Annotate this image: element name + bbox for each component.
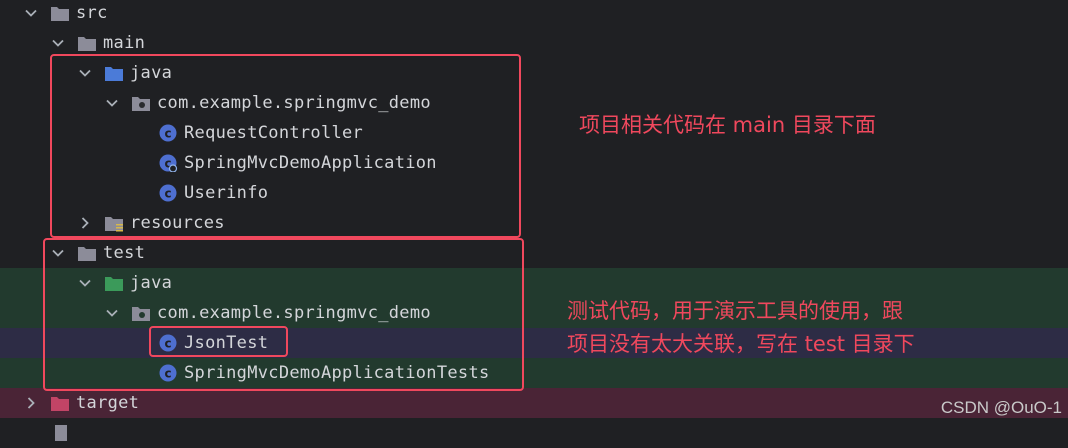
class-icon: c xyxy=(158,364,178,382)
tree-node-main-package[interactable]: com.example.springmvc_demo xyxy=(0,88,1068,118)
tree-node-label: java xyxy=(130,273,173,293)
chevron-down-icon[interactable] xyxy=(51,246,65,260)
tree-node-main[interactable]: main xyxy=(0,28,1068,58)
excluded-folder-icon xyxy=(50,394,70,412)
test-annotation-line1: 测试代码，用于演示工具的使用，跟 xyxy=(567,299,903,323)
tree-node-main-java[interactable]: java xyxy=(0,58,1068,88)
class-icon: c xyxy=(158,334,178,352)
class-icon: c xyxy=(158,124,178,142)
tree-node-label: JsonTest xyxy=(184,333,269,353)
source-folder-icon xyxy=(104,64,124,82)
svg-text:c: c xyxy=(164,367,171,381)
chevron-down-icon[interactable] xyxy=(78,66,92,80)
tree-node-test-package[interactable]: com.example.springmvc_demo xyxy=(0,298,1068,328)
chevron-right-icon[interactable] xyxy=(24,396,38,410)
folder-icon xyxy=(77,244,97,262)
folder-icon xyxy=(50,4,70,22)
test-annotation-line2: 项目没有太大关联，写在 test 目录下 xyxy=(567,332,915,356)
tree-node-label: SpringMvcDemoApplicationTests xyxy=(184,363,490,383)
chevron-down-icon[interactable] xyxy=(105,96,119,110)
package-icon xyxy=(131,304,151,322)
tree-node-label: SpringMvcDemoApplication xyxy=(184,153,437,173)
tree-node-target[interactable]: target xyxy=(0,388,1068,418)
tree-node-request-controller[interactable]: c RequestController xyxy=(0,118,1068,148)
tree-node-label: test xyxy=(103,243,146,263)
chevron-down-icon[interactable] xyxy=(24,6,38,20)
chevron-down-icon[interactable] xyxy=(105,306,119,320)
tree-node-label: main xyxy=(103,33,146,53)
class-icon: c xyxy=(158,184,178,202)
main-annotation: 项目相关代码在 main 目录下面 xyxy=(579,113,876,137)
tree-node-app-tests[interactable]: c SpringMvcDemoApplicationTests xyxy=(0,358,1068,388)
tree-node-test[interactable]: test xyxy=(0,238,1068,268)
chevron-down-icon[interactable] xyxy=(51,36,65,50)
folder-icon xyxy=(77,34,97,52)
test-source-folder-icon xyxy=(104,274,124,292)
tree-node-label: src xyxy=(76,3,108,23)
chevron-right-icon[interactable] xyxy=(78,216,92,230)
package-icon xyxy=(131,94,151,112)
tree-node-label: java xyxy=(130,63,173,83)
tree-node-userinfo[interactable]: c Userinfo xyxy=(0,178,1068,208)
svg-text:c: c xyxy=(164,187,171,201)
tree-node-src[interactable]: src xyxy=(0,0,1068,28)
tree-node-label: com.example.springmvc_demo xyxy=(157,93,431,113)
svg-text:c: c xyxy=(164,337,171,351)
tree-node-label: RequestController xyxy=(184,123,364,143)
chevron-down-icon[interactable] xyxy=(78,276,92,290)
tree-node-label: resources xyxy=(130,213,225,233)
tree-node-test-java[interactable]: java xyxy=(0,268,1068,298)
tree-node-label: target xyxy=(76,393,140,413)
svg-text:c: c xyxy=(164,127,171,141)
tree-node-app[interactable]: c SpringMvcDemoApplication xyxy=(0,148,1068,178)
tree-node-resources[interactable]: resources xyxy=(0,208,1068,238)
tree-node-label: com.example.springmvc_demo xyxy=(157,303,431,323)
spring-boot-class-icon: c xyxy=(158,154,178,172)
watermark: CSDN @OuO-1 xyxy=(940,398,1062,417)
resources-folder-icon xyxy=(104,214,124,232)
tree-node-label: Userinfo xyxy=(184,183,269,203)
tree-node-partial xyxy=(0,418,1068,448)
